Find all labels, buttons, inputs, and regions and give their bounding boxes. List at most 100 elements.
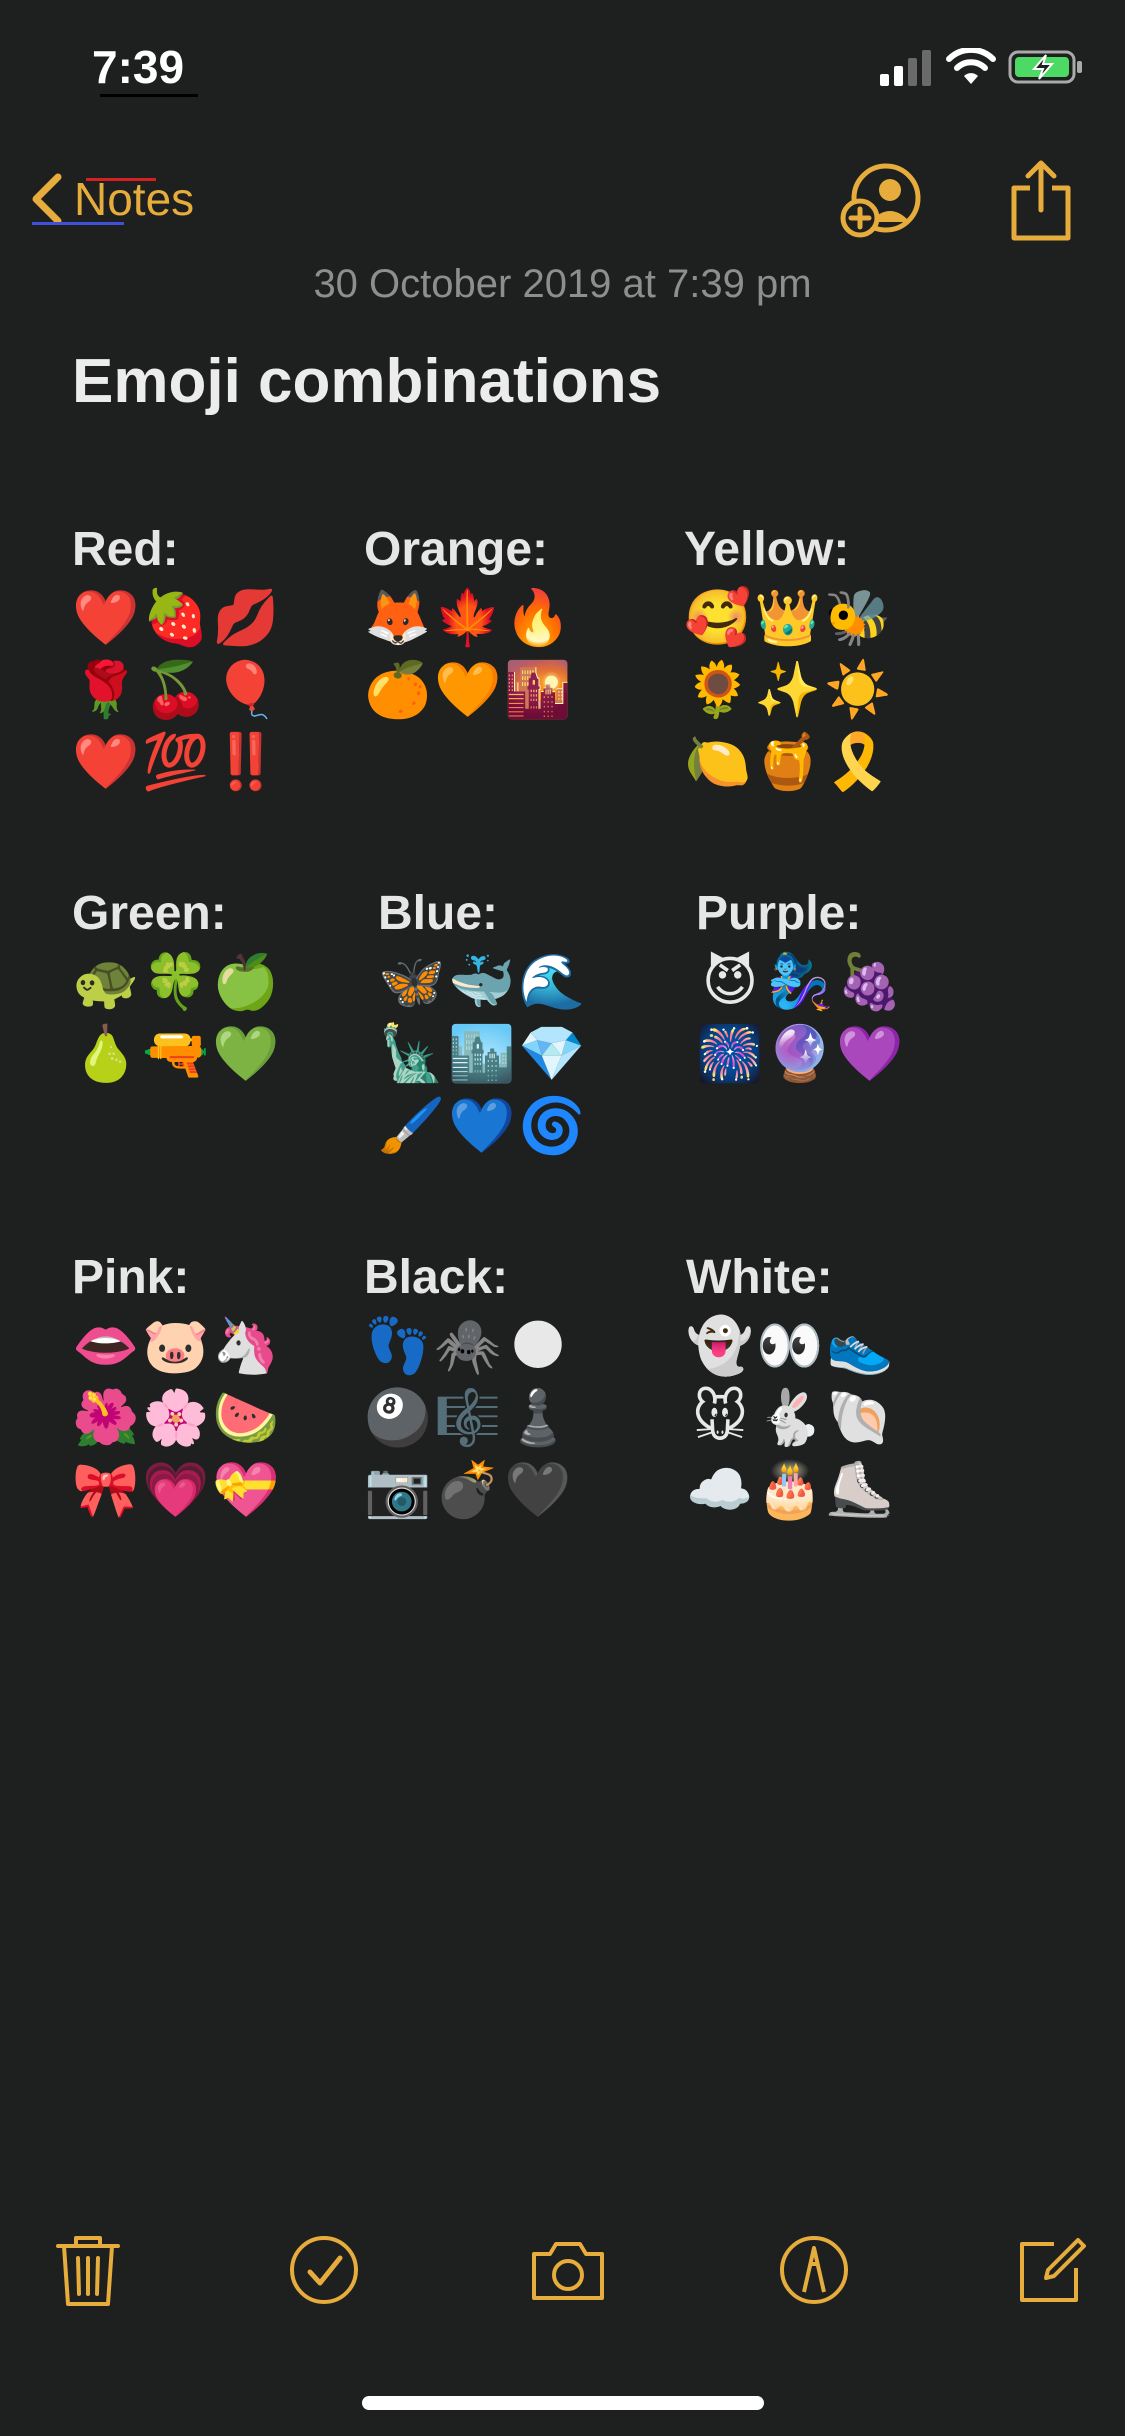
navigation-bar: Notes (0, 150, 1125, 250)
bottom-toolbar (0, 2220, 1125, 2320)
emoji: 🍯 (754, 730, 822, 793)
emoji-grid: 👻 👀 👟 🐭 🐇 🐚 ☁️ 🎂 ⛸️ (686, 1310, 894, 1526)
group-label: Black: (364, 1251, 509, 1304)
group-blue: Blue: 🦋 🐳 🌊 🗽 🏙️ 💎 🖌️ 💙 🌀 (378, 886, 586, 1162)
emoji: 💎 (518, 1022, 586, 1085)
note-title: Emoji combinations (72, 347, 662, 416)
emoji: 🎱 (364, 1386, 432, 1449)
time-underline (100, 94, 198, 97)
status-time: 7:39 (92, 41, 185, 93)
emoji: 👀 (756, 1314, 824, 1377)
emoji: 💋 (212, 586, 280, 649)
emoji: 🍁 (434, 586, 502, 649)
emoji: 🧡 (434, 658, 502, 721)
camera-icon[interactable] (528, 2230, 608, 2310)
group-label: Blue: (378, 887, 498, 940)
ink-stroke-blue (32, 222, 124, 225)
emoji: 🍀 (142, 950, 210, 1013)
markup-pen-icon[interactable] (774, 2230, 854, 2310)
emoji: 🕷️ (434, 1314, 502, 1377)
emoji: ⛸️ (826, 1458, 894, 1521)
emoji: 🏙️ (448, 1022, 516, 1085)
emoji: 👟 (826, 1314, 894, 1377)
emoji-grid: 😈 🧞‍♀️ 🍇 🎆 🔮 💜 (696, 946, 904, 1090)
emoji: 🖌️ (378, 1094, 446, 1157)
emoji: 🐝 (824, 586, 892, 649)
wifi-icon (946, 48, 996, 84)
emoji: 🐇 (756, 1386, 824, 1449)
emoji: 💜 (836, 1022, 904, 1085)
emoji: 💚 (212, 1022, 280, 1085)
emoji: ❤️ (72, 730, 140, 793)
emoji: 🍋 (684, 730, 752, 793)
emoji: 🐭 (691, 1386, 749, 1449)
group-label: Yellow: (684, 523, 850, 576)
emoji: ✨ (754, 658, 822, 721)
group-label: Green: (72, 887, 227, 940)
status-bar: 7:39 (0, 0, 1125, 140)
group-label: Red: (72, 523, 179, 576)
group-pink: Pink: 👄 🐷 🦄 🌺 🌸 🍉 🎀 💗 💝 (72, 1250, 280, 1526)
chevron-left-icon (32, 173, 62, 225)
emoji: 😈 (701, 950, 759, 1013)
emoji: 📷 (364, 1458, 432, 1521)
emoji-grid: 🐢 🍀 🍏 🍐 🔫 💚 (72, 946, 280, 1090)
emoji: 🎀 (72, 1458, 140, 1521)
emoji-grid: 🥰 👑 🐝 🌻 ✨ ☀️ 🍋 🍯 🎗️ (684, 582, 892, 798)
emoji-grid: 👄 🐷 🦄 🌺 🌸 🍉 🎀 💗 💝 (72, 1310, 280, 1526)
group-black: Black: 👣 🕷️ 🌑 🎱 🎼 ♟️ 📷 💣 🖤 (364, 1250, 572, 1526)
emoji: 🧞‍♀️ (766, 950, 834, 1013)
emoji: 💯 (142, 730, 210, 793)
emoji: 🐷 (142, 1314, 210, 1377)
emoji: ☁️ (686, 1458, 754, 1521)
back-label: Notes (74, 172, 194, 226)
emoji: 🦋 (378, 950, 446, 1013)
emoji: 👄 (72, 1314, 140, 1377)
checkmark-circle-icon[interactable] (284, 2230, 364, 2310)
emoji: 🍒 (142, 658, 210, 721)
group-label: White: (686, 1251, 833, 1304)
group-label: Orange: (364, 523, 549, 576)
emoji: ♟️ (504, 1386, 572, 1449)
emoji: 🍐 (72, 1022, 140, 1085)
emoji: 🌑 (509, 1314, 567, 1377)
emoji: 🐢 (72, 950, 140, 1013)
emoji: 👣 (364, 1314, 432, 1377)
emoji-grid: 🦋 🐳 🌊 🗽 🏙️ 💎 🖌️ 💙 🌀 (378, 946, 586, 1162)
emoji: 🔥 (504, 586, 572, 649)
emoji: 🎈 (212, 658, 280, 721)
compose-icon[interactable] (1010, 2230, 1090, 2310)
emoji: 💣 (434, 1458, 502, 1521)
emoji: 🖤 (504, 1458, 572, 1521)
battery-charging-icon (1008, 50, 1082, 84)
emoji: 🌻 (684, 658, 752, 721)
ink-stroke-red (86, 178, 156, 181)
emoji: 🌹 (72, 658, 140, 721)
emoji: 🗽 (378, 1022, 446, 1085)
emoji: 💗 (142, 1458, 210, 1521)
emoji: 🔮 (766, 1022, 834, 1085)
emoji: 🔫 (142, 1022, 210, 1085)
emoji: 💙 (448, 1094, 516, 1157)
emoji: 👻 (686, 1314, 754, 1377)
home-indicator (362, 2396, 764, 2410)
emoji: 🎗️ (824, 730, 892, 793)
emoji: 🐚 (826, 1386, 894, 1449)
group-yellow: Yellow: 🥰 👑 🐝 🌻 ✨ ☀️ 🍋 🍯 🎗️ (684, 522, 892, 798)
cellular-signal-icon (880, 50, 931, 86)
group-green: Green: 🐢 🍀 🍏 🍐 🔫 💚 (72, 886, 280, 1090)
group-label: Purple: (696, 887, 862, 940)
emoji: 🐳 (448, 950, 516, 1013)
emoji: ‼️ (212, 730, 280, 793)
emoji: 🍓 (142, 586, 210, 649)
add-person-icon[interactable] (840, 160, 924, 240)
emoji: 🍊 (364, 658, 432, 721)
emoji-grid: 👣 🕷️ 🌑 🎱 🎼 ♟️ 📷 💣 🖤 (364, 1310, 572, 1526)
share-icon[interactable] (1006, 158, 1076, 242)
emoji: 🌀 (518, 1094, 586, 1157)
emoji: ❤️ (72, 586, 140, 649)
emoji: 🥰 (684, 586, 752, 649)
emoji: 🌇 (504, 658, 572, 721)
emoji: ☀️ (824, 658, 892, 721)
trash-icon[interactable] (48, 2230, 128, 2310)
